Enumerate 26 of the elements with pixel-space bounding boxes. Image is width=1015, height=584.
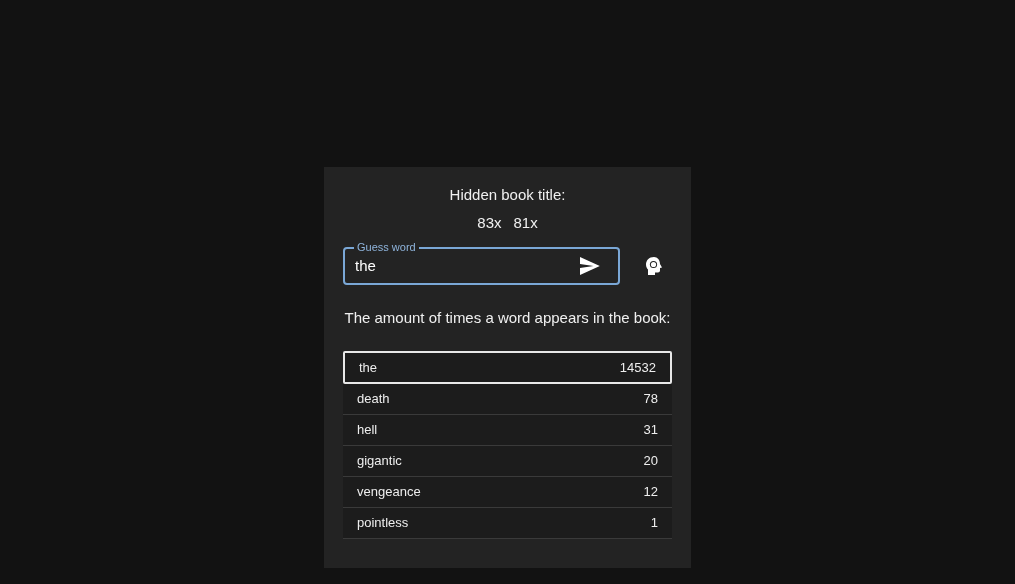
word-row[interactable]: the 14532	[343, 351, 672, 384]
word-row[interactable]: hell 31	[343, 415, 672, 446]
word-row[interactable]: vengeance 12	[343, 477, 672, 508]
count-cell-text: 78	[643, 390, 658, 409]
guess-input[interactable]: the	[355, 254, 578, 278]
word-cell-text: death	[357, 390, 390, 409]
word-cell-text: pointless	[357, 514, 409, 533]
hidden-word: 83x	[477, 214, 502, 232]
hidden-title-label: Hidden book title:	[449, 186, 566, 204]
send-icon[interactable]	[578, 257, 600, 275]
count-cell-text: 12	[643, 483, 658, 502]
count-cell-text: 14532	[619, 358, 656, 377]
field-label: Guess word	[354, 241, 419, 254]
word-row[interactable]: gigantic 20	[343, 446, 672, 477]
count-cell-text: 31	[643, 421, 658, 440]
word-cell-text: vengeance	[357, 483, 421, 502]
word-row[interactable]: death 78	[343, 384, 672, 415]
word-row[interactable]: pointless 1	[343, 508, 672, 539]
hidden-word: 81x	[513, 214, 538, 232]
word-cell-text: the	[359, 358, 378, 377]
help-icon[interactable]	[645, 256, 663, 276]
word-cell-text: gigantic	[357, 452, 402, 471]
word-cell-text: hell	[357, 421, 378, 440]
count-cell-text: 20	[643, 452, 658, 471]
description-text: The amount of times a word appears in the book:	[344, 309, 671, 327]
count-cell-text: 1	[650, 514, 658, 533]
